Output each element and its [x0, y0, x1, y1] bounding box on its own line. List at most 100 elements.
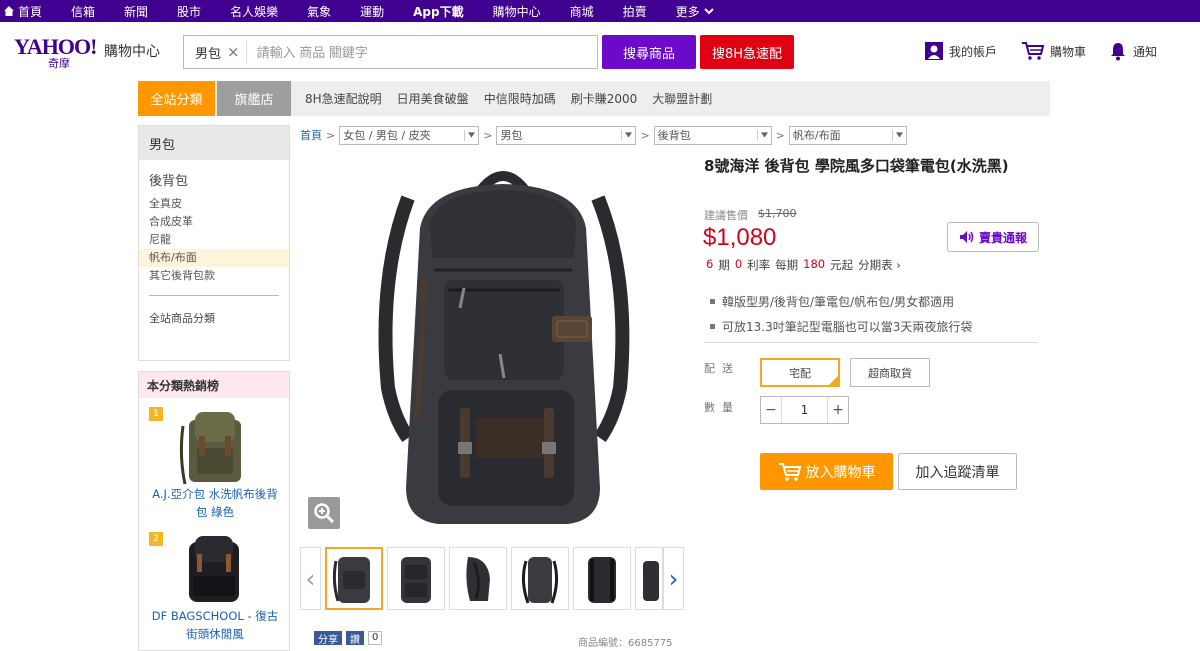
thumbnail[interactable]	[510, 547, 569, 610]
thumbnail[interactable]	[386, 547, 445, 610]
catbar-link-card[interactable]: 刷卡賺2000	[571, 90, 638, 107]
catbar-link-food[interactable]: 日用美食破盤	[397, 90, 469, 107]
topnav-home[interactable]: 首頁	[4, 3, 42, 20]
notify-link[interactable]: 通知	[1108, 41, 1157, 61]
installment-info: 6 期 0 利率 每期 180 元起 分期表 ›	[706, 257, 901, 273]
minus-button[interactable]: −	[761, 397, 781, 423]
fb-like-button[interactable]: 讚	[346, 631, 364, 646]
cart-label: 購物車	[1050, 44, 1087, 59]
account-link[interactable]: 我的帳戶	[924, 41, 997, 61]
logo-sub: 奇摩	[48, 57, 70, 70]
ship-option-home[interactable]: 宅配	[760, 358, 840, 387]
breadcrumb-dropdown[interactable]: 女包 / 男包 / 皮夾	[339, 125, 480, 145]
search-category-chip[interactable]: 男包 ×	[189, 41, 247, 63]
breadcrumb-dropdown[interactable]: 男包	[496, 125, 637, 145]
sidebar-sub[interactable]: 後背包	[139, 170, 289, 189]
topnav-shopping[interactable]: 購物中心	[493, 3, 541, 20]
category-bar: 全站分類 旗艦店 8H急速配說明 日用美食破盤 中信限時加碼 刷卡賺2000 大…	[138, 81, 1050, 116]
ship-option-label: 宅配	[789, 366, 811, 380]
thumbnail-strip: ‹ ›	[300, 547, 684, 610]
category-sidebar: 男包 後背包 全真皮 合成皮革 尼龍 帆布/布面 其它後背包款 全站商品分類	[138, 125, 290, 361]
add-to-wishlist-button[interactable]: 加入追蹤清單	[898, 453, 1017, 490]
cart-icon	[1022, 42, 1045, 60]
chevron-down-icon	[891, 129, 903, 141]
thumbnail[interactable]	[572, 547, 631, 610]
price: $1,080	[703, 224, 777, 251]
topnav-auction[interactable]: 拍賣	[623, 3, 647, 20]
breadcrumb: 首頁 > 女包 / 男包 / 皮夾 > 男包 > 後背包 > 帆布/布面	[300, 125, 907, 145]
installment-periods-unit: 期	[718, 258, 730, 272]
sidebar-head[interactable]: 男包	[139, 126, 289, 160]
magnifier-plus-icon	[314, 503, 335, 524]
topnav-app[interactable]: App下載	[413, 3, 463, 20]
close-icon[interactable]: ×	[227, 43, 240, 61]
thumbnail[interactable]	[634, 547, 664, 610]
site-title[interactable]: 購物中心	[104, 41, 160, 61]
fb-share-label: 分享	[318, 634, 338, 646]
breadcrumb-dropdown[interactable]: 後背包	[653, 125, 772, 145]
fb-share-button[interactable]: 分享	[314, 631, 342, 646]
notify-label: 通知	[1133, 44, 1158, 59]
search-box: 男包 ×	[183, 35, 598, 69]
cart-link[interactable]: 購物車	[1021, 41, 1086, 61]
hot-item-image[interactable]	[179, 532, 249, 604]
sidebar-item-nylon[interactable]: 尼龍	[139, 231, 289, 249]
catbar-link-fast[interactable]: 8H急速配說明	[305, 90, 382, 107]
catbar-link-league[interactable]: 大聯盟計劃	[652, 90, 712, 107]
installment-table-link[interactable]: 分期表 ›	[858, 257, 901, 273]
quantity-value[interactable]: 1	[781, 397, 828, 423]
topnav-mall[interactable]: 商城	[570, 3, 594, 20]
catbar-link-ctbc[interactable]: 中信限時加碼	[484, 90, 556, 107]
quantity-stepper: − 1 +	[760, 396, 849, 424]
topnav-news[interactable]: 新聞	[124, 3, 148, 20]
topnav-weather[interactable]: 氣象	[307, 3, 331, 20]
fast-delivery-search-button[interactable]: 搜8H急速配	[700, 35, 794, 69]
search-input[interactable]	[256, 37, 577, 67]
chevron-left-icon[interactable]: ‹	[300, 547, 321, 610]
add-to-cart-label: 放入購物車	[805, 464, 876, 481]
topnav-mail[interactable]: 信箱	[71, 3, 95, 20]
topnav-stock[interactable]: 股市	[177, 3, 201, 20]
hot-item-name[interactable]: A.J.亞介包 水洗帆布後背包 綠色	[147, 485, 283, 521]
topnav-home-label: 首頁	[18, 4, 43, 19]
breadcrumb-dropdown[interactable]: 帆布/布面	[788, 125, 907, 145]
sidebar-divider	[149, 295, 279, 296]
installment-table-label: 分期表	[858, 258, 893, 272]
plus-button[interactable]: +	[828, 397, 848, 423]
sidebar-item-leather[interactable]: 全真皮	[139, 195, 289, 213]
orig-price-label: 建議售價	[704, 209, 748, 222]
zoom-button[interactable]	[308, 497, 340, 529]
tab-flagship[interactable]: 旗艦店	[217, 81, 291, 116]
sidebar-item-synthetic[interactable]: 合成皮革	[139, 213, 289, 231]
installment-rate: 0	[734, 257, 743, 271]
add-to-cart-button[interactable]: 放入購物車	[760, 453, 893, 490]
chevron-right-icon[interactable]: ›	[663, 547, 684, 610]
search-button[interactable]: 搜尋商品	[602, 35, 696, 69]
thumbnail[interactable]	[448, 547, 507, 610]
ship-option-store[interactable]: 超商取貨	[850, 358, 930, 387]
check-icon	[828, 375, 839, 386]
product-main-image[interactable]	[368, 158, 638, 538]
breadcrumb-level: 帆布/布面	[792, 129, 841, 142]
social-bar: 分享 讚 0	[314, 631, 383, 646]
chevron-down-icon	[756, 129, 768, 141]
chevron-down-icon	[464, 129, 476, 141]
bell-icon	[1111, 43, 1125, 61]
sidebar-item-canvas[interactable]: 帆布/布面	[139, 249, 289, 267]
hot-list-title: 本分類熱銷榜	[139, 372, 289, 398]
tab-all-categories[interactable]: 全站分類	[138, 81, 215, 116]
hot-item-name[interactable]: DF BAGSCHOOL - 復古街頭休閒風	[147, 607, 283, 643]
rank-badge: 2	[149, 532, 163, 546]
topnav-more[interactable]: 更多	[676, 3, 714, 20]
feature-item: 可放13.3吋筆記型電腦也可以當3天兩夜旅行袋	[710, 314, 972, 339]
topnav-celebrity[interactable]: 名人娛樂	[230, 3, 278, 20]
sidebar-item-other[interactable]: 其它後背包款	[139, 267, 289, 285]
thumbnail[interactable]	[324, 547, 383, 610]
price-report-button[interactable]: 賣貴通報	[947, 222, 1039, 252]
installment-rate-label: 利率	[747, 258, 771, 272]
breadcrumb-home[interactable]: 首頁	[300, 127, 322, 143]
account-label: 我的帳戶	[949, 44, 998, 59]
topnav-sports[interactable]: 運動	[360, 3, 384, 20]
hot-item-image[interactable]	[175, 406, 255, 488]
sidebar-all-categories[interactable]: 全站商品分類	[139, 310, 289, 326]
